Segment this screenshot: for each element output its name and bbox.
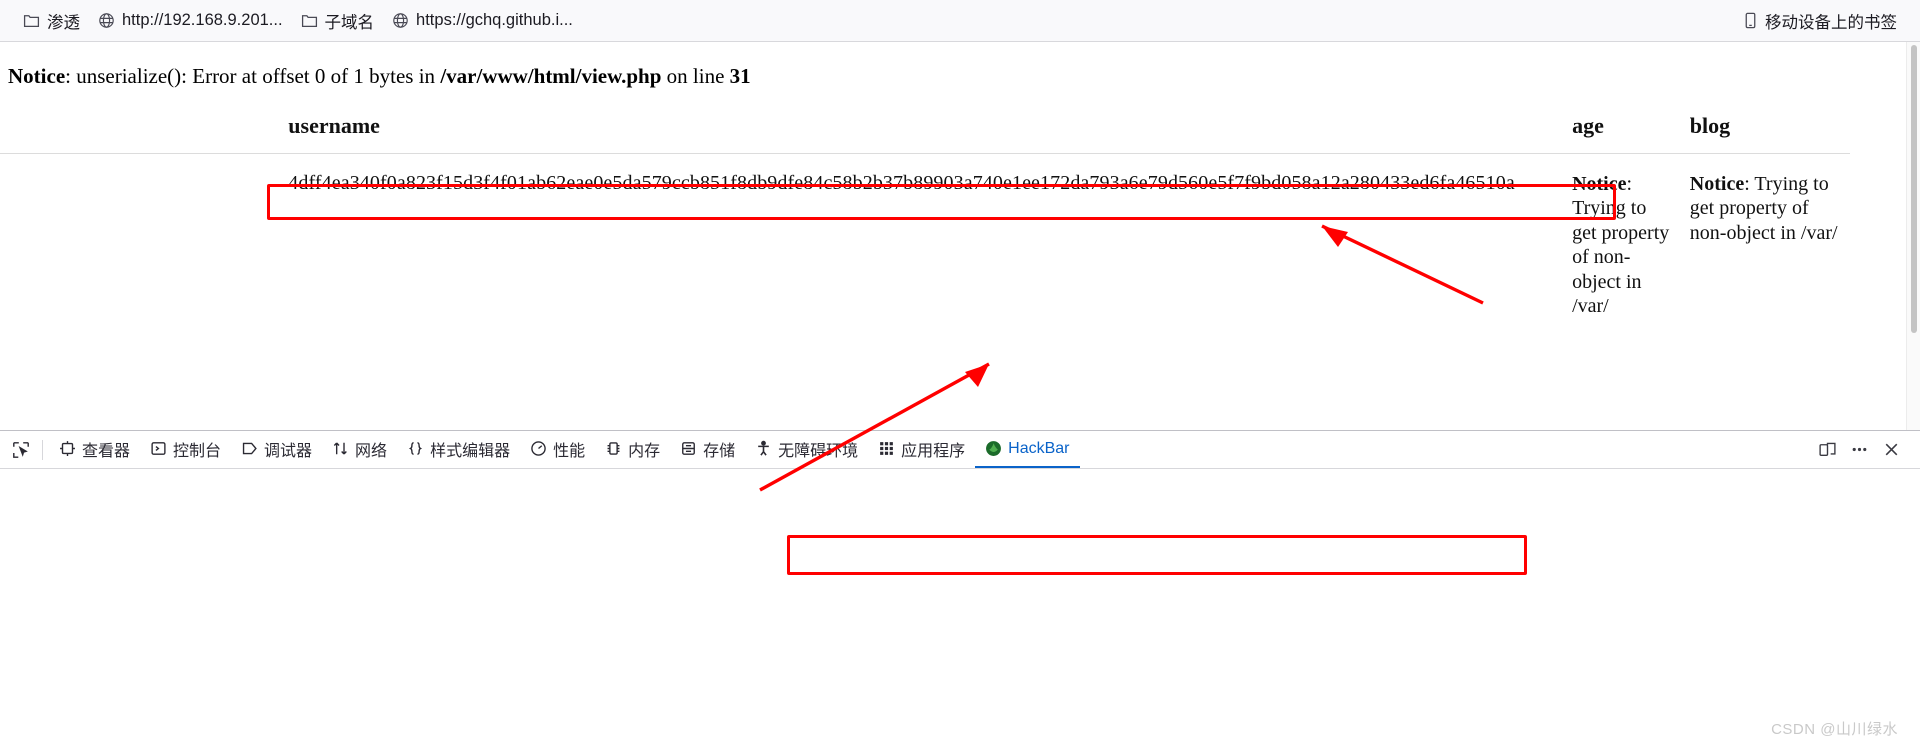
devtools-tab-label: 查看器 [82, 442, 131, 460]
table-header-age: age [1564, 103, 1682, 154]
page-scrollbar[interactable] [1906, 42, 1920, 430]
devtools-tab-label: 存储 [703, 442, 736, 460]
devtools-tab-label: 内存 [628, 442, 661, 460]
browser-window: 渗透 http://192.168.9.201... 子域名 https://g… [0, 0, 1920, 755]
devtools-tab-performance[interactable]: 性能 [520, 431, 595, 468]
performance-icon [530, 440, 547, 457]
devtools-tab-label: 网络 [355, 442, 388, 460]
cell-blog-notice: Notice: Trying to get property of non-ob… [1682, 154, 1850, 327]
php-notice-line: 31 [729, 64, 751, 88]
devtools-tab-network[interactable]: 网络 [322, 431, 397, 468]
bookmark-item-0[interactable]: 渗透 [14, 5, 89, 37]
page-content: Notice: unserialize(): Error at offset 0… [0, 42, 1920, 430]
table-row: 4dff4ea340f0a823f15d3f4f01ab62eae0e5da57… [0, 154, 1850, 327]
globe-icon [98, 12, 115, 29]
bookmark-label-0: 渗透 [47, 13, 80, 32]
table-header-blog: blog [1681, 103, 1850, 154]
blog-notice-label: Notice [1689, 173, 1745, 195]
devtools-tab-label: 样式编辑器 [430, 442, 511, 460]
bookmark-item-mobile[interactable]: 移动设备上的书签 [1734, 5, 1906, 37]
devtools-tab-inspector[interactable]: 查看器 [49, 431, 140, 468]
devtools-tab-console[interactable]: 控制台 [140, 431, 231, 468]
php-notice-message-1: : unserialize(): Error at offset 0 of 1 … [65, 64, 441, 88]
cell-username-hash: 4dff4ea340f0a823f15d3f4f01ab62eae0e5da57… [288, 172, 1515, 194]
storage-icon [680, 440, 697, 457]
network-icon [332, 440, 349, 457]
devtools-tab-label: 性能 [553, 442, 586, 460]
folder-icon [301, 12, 318, 29]
devtools-tab-style-editor[interactable]: 样式编辑器 [397, 431, 520, 468]
devtools-toolbar: 查看器 控制台 调试器 网络 样式编辑器 性能 内存 存储 无障碍环境 应用程序… [0, 431, 1920, 469]
php-notice-message-2: on line [661, 64, 730, 88]
php-notice: Notice: unserialize(): Error at offset 0… [0, 42, 1920, 89]
devtools-tab-label: HackBar [1008, 439, 1070, 457]
results-table: username age blog 4dff4ea340f0a823f15d3f… [0, 103, 1850, 326]
csdn-watermark: CSDN @山川绿水 [1771, 721, 1898, 738]
more-options-icon[interactable] [1844, 436, 1874, 464]
bookmark-item-1[interactable]: http://192.168.9.201... [89, 7, 292, 34]
bookmark-label-1: http://192.168.9.201... [122, 11, 283, 29]
age-notice-label: Notice [1572, 173, 1627, 195]
console-icon [150, 440, 167, 457]
folder-icon [23, 12, 40, 29]
page-scrollbar-thumb[interactable] [1911, 45, 1917, 333]
devtools-tab-hackbar[interactable]: HackBar [975, 431, 1080, 468]
debugger-icon [241, 440, 258, 457]
bookmark-label-2: 子域名 [324, 13, 375, 32]
devtools-tab-application[interactable]: 应用程序 [868, 431, 975, 468]
devtools-tab-label: 控制台 [173, 442, 222, 460]
bookmark-label-mobile: 移动设备上的书签 [1765, 13, 1897, 32]
application-icon [878, 440, 895, 457]
inspector-icon [59, 440, 76, 457]
memory-icon [605, 440, 622, 457]
table-header-row: username age blog [0, 103, 1850, 154]
php-notice-file: /var/www/html/view.php [440, 64, 662, 88]
accessibility-icon [755, 440, 772, 457]
cell-blank [0, 154, 280, 327]
table-header-blank [0, 103, 281, 154]
cell-age-notice: Notice: Trying to get property of non-ob… [1564, 154, 1682, 327]
devtools-tab-label: 应用程序 [901, 442, 966, 460]
devtools-tab-memory[interactable]: 内存 [595, 431, 670, 468]
devtools-panel: 查看器 控制台 调试器 网络 样式编辑器 性能 内存 存储 无障碍环境 应用程序… [0, 430, 1920, 755]
devtools-tab-accessibility[interactable]: 无障碍环境 [745, 431, 868, 468]
element-picker-icon[interactable] [6, 436, 36, 464]
php-notice-label: Notice [8, 64, 66, 88]
globe-icon [392, 12, 409, 29]
bookmarks-bar: 渗透 http://192.168.9.201... 子域名 https://g… [0, 0, 1920, 42]
devtools-toolbar-right [1812, 436, 1920, 464]
toolbar-divider [42, 439, 43, 460]
devtools-tab-storage[interactable]: 存储 [670, 431, 745, 468]
devtools-tab-label: 无障碍环境 [778, 442, 859, 460]
dock-toggle-icon[interactable] [1812, 436, 1842, 464]
close-icon[interactable] [1876, 436, 1906, 464]
mobile-icon [1743, 12, 1758, 29]
bookmark-item-2[interactable]: 子域名 [292, 5, 384, 37]
bookmark-label-3: https://gchq.github.i... [416, 11, 573, 29]
hackbar-icon [985, 440, 1002, 457]
table-header-username: username [280, 103, 1565, 154]
devtools-tab-label: 调试器 [264, 442, 313, 460]
devtools-tab-debugger[interactable]: 调试器 [231, 431, 322, 468]
bookmark-item-3[interactable]: https://gchq.github.i... [383, 7, 582, 34]
style-editor-icon [407, 440, 424, 457]
